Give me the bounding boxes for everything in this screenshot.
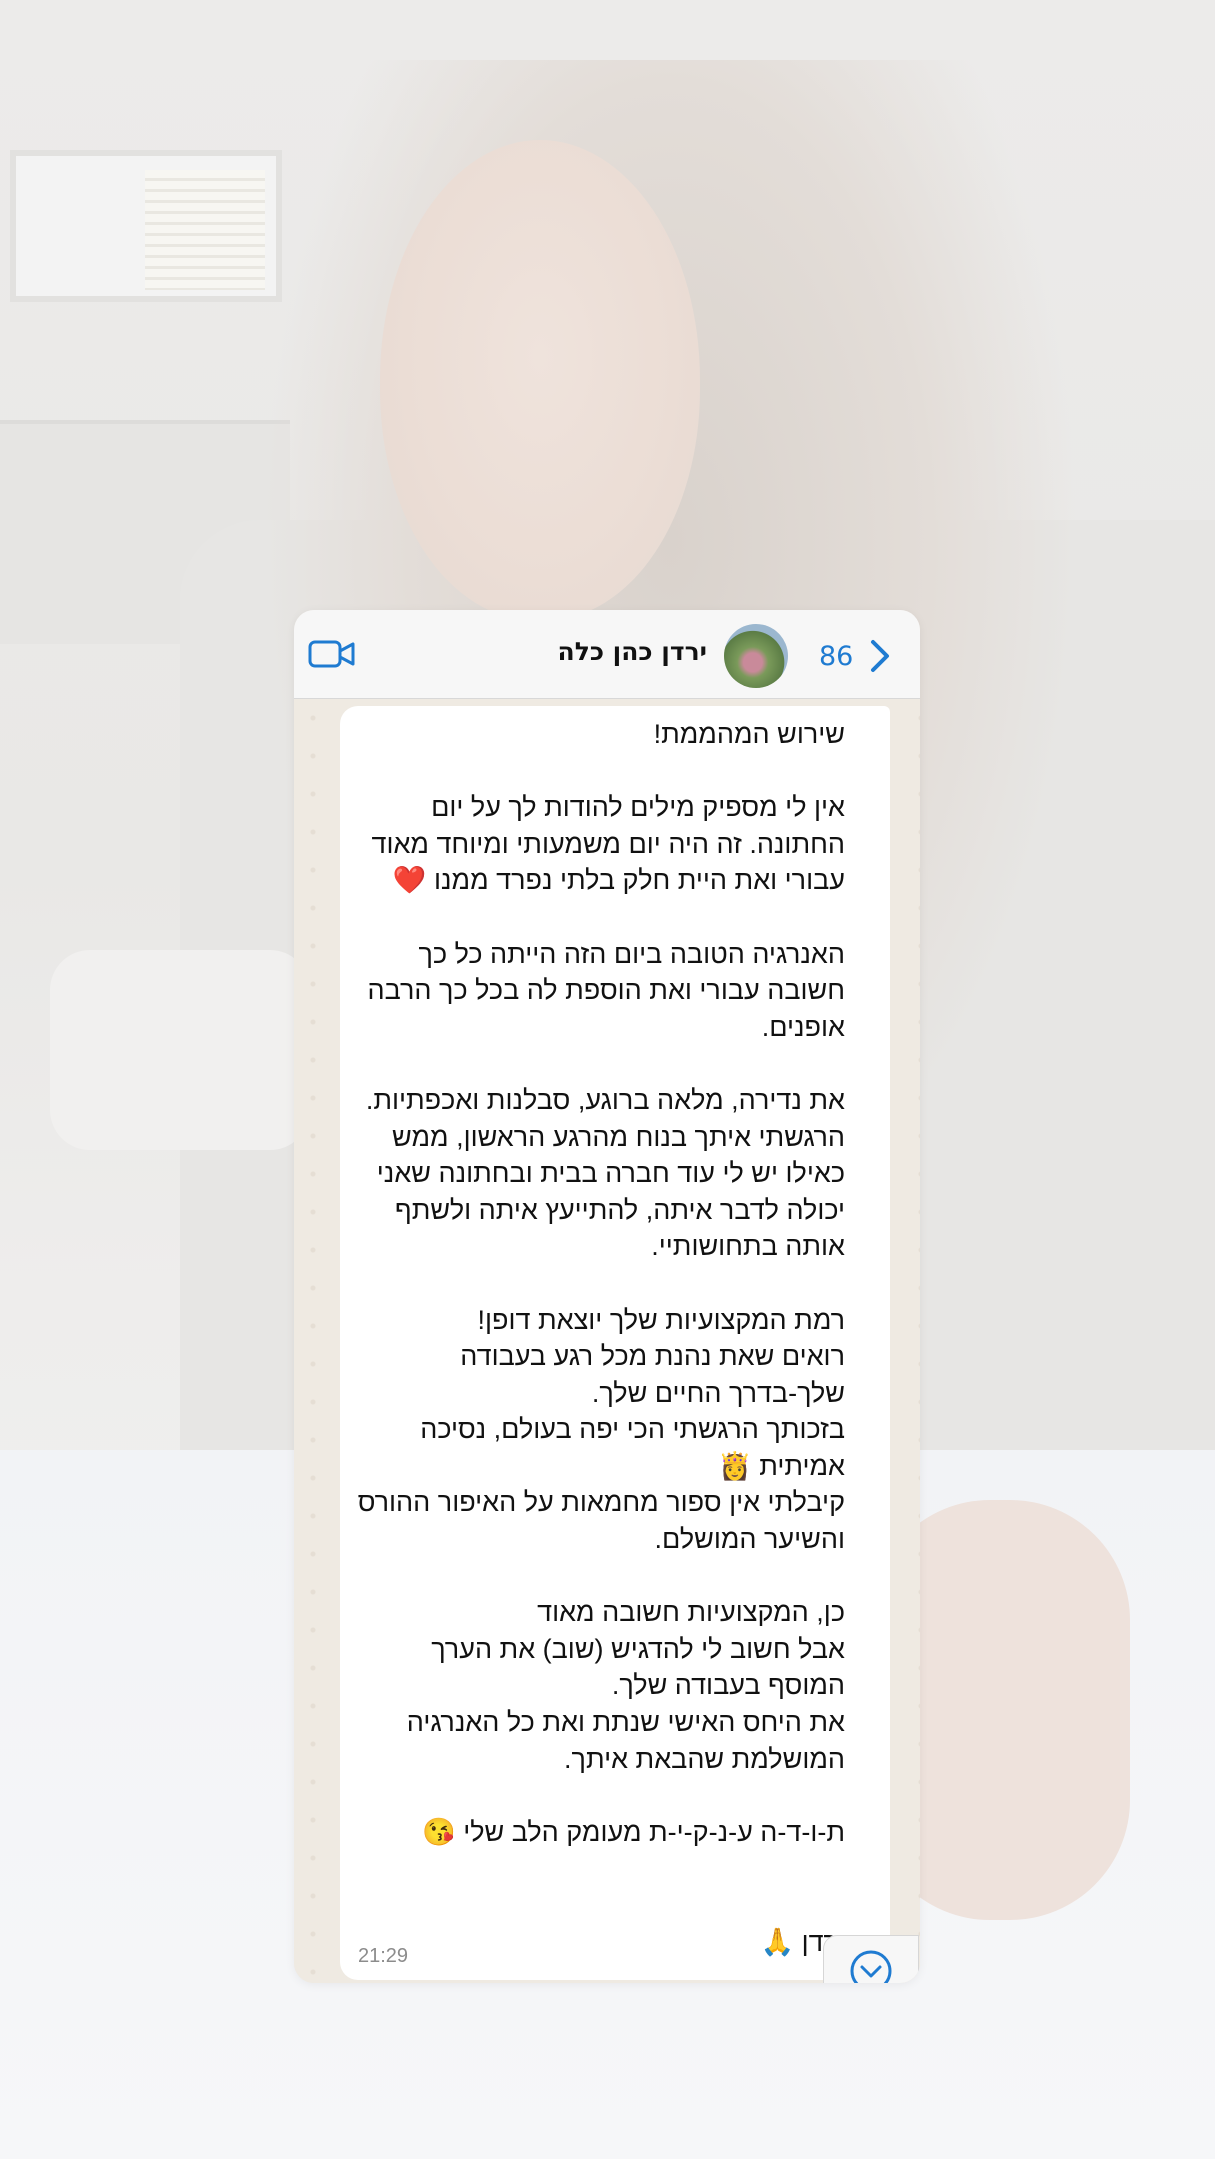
- chat-header: ירדן כהן כלה 86: [294, 610, 920, 699]
- message-list[interactable]: שירוש המהממת! אין לי מספיק מילים להודות …: [294, 699, 920, 1983]
- unread-count-badge[interactable]: 86: [819, 641, 853, 672]
- avatar[interactable]: [724, 624, 788, 688]
- message-timestamp: 21:29: [358, 1945, 409, 1967]
- chevron-back-icon[interactable]: [869, 638, 891, 674]
- video-call-icon[interactable]: [308, 638, 356, 670]
- message-text: שירוש המהממת! אין לי מספיק מילים להודות …: [357, 719, 845, 1957]
- scroll-to-bottom-button[interactable]: [823, 1935, 919, 1983]
- chat-screenshot-card: ירדן כהן כלה 86 שירוש המהממת! אין לי מספ…: [294, 610, 920, 1983]
- message-bubble[interactable]: שירוש המהממת! אין לי מספיק מילים להודות …: [340, 706, 890, 1980]
- contact-name[interactable]: ירדן כהן כלה: [558, 637, 707, 666]
- chevron-down-circle-icon: [850, 1950, 892, 1983]
